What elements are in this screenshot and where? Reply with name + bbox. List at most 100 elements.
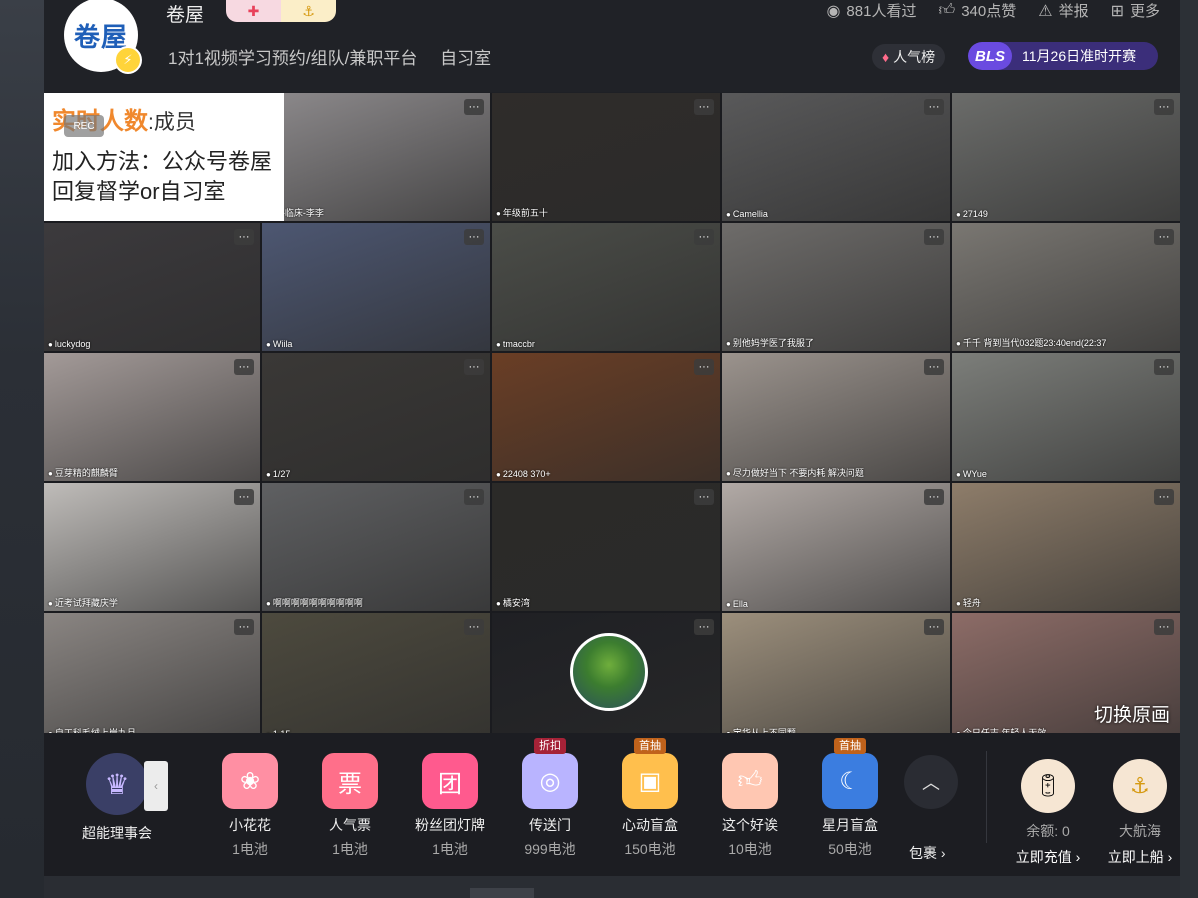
more-options-icon[interactable]: ···: [694, 489, 714, 505]
participant-name: ● 千千 背到当代032题23:40end(22:37: [956, 336, 1106, 349]
video-tile[interactable]: ··· ● luckydog: [44, 223, 260, 351]
thumbs-up-icon: 👍︎: [722, 753, 778, 809]
more-options-icon[interactable]: ···: [464, 619, 484, 635]
mic-icon: ●: [496, 340, 501, 349]
video-tile[interactable]: ···●庄-临床-李李: [262, 93, 490, 221]
video-tile[interactable]: ···●自工科毛绒上岸九月: [44, 613, 260, 741]
more-options-icon[interactable]: ···: [1154, 229, 1174, 245]
video-tile[interactable]: ··· ● WYue: [952, 353, 1180, 481]
more-options-icon[interactable]: ···: [694, 99, 714, 115]
participant-name-text: 27149: [962, 209, 988, 219]
video-tile[interactable]: ··· ● 橘安湾: [492, 483, 720, 611]
more-options-icon[interactable]: ···: [234, 229, 254, 245]
video-tile[interactable]: ··· ● 豆芽精的麒麟臂: [44, 353, 260, 481]
voyage[interactable]: ⚓ 大航海 立即上船 ›: [1090, 759, 1190, 867]
gift-item[interactable]: ❀ 小花花 1电池: [202, 747, 298, 859]
recharge-button[interactable]: 立即充值 ›: [998, 847, 1098, 867]
more-options-icon[interactable]: ···: [1154, 359, 1174, 375]
collapse-handle[interactable]: ‹: [144, 761, 168, 811]
more-options-icon[interactable]: ···: [924, 489, 944, 505]
scroll-indicator[interactable]: [470, 888, 534, 898]
video-tile[interactable]: ··· ● 年级前五十: [492, 93, 720, 221]
bls-logo: BLS: [968, 42, 1012, 70]
lightning-icon: ⚡: [114, 46, 142, 74]
more-button[interactable]: ⊞ 更多: [1111, 0, 1160, 21]
video-tile[interactable]: ··· ● Wiila: [262, 223, 490, 351]
package-expand-button[interactable]: ︿: [904, 755, 958, 809]
more-options-icon[interactable]: ···: [924, 619, 944, 635]
more-options-icon[interactable]: ···: [234, 489, 254, 505]
room-name[interactable]: 卷屋: [166, 0, 204, 27]
popularity-rank-button[interactable]: ♦ 人气榜: [872, 44, 946, 70]
blindbox-pink-icon: ▣: [622, 753, 678, 809]
video-tile[interactable]: ··· ● 别他妈学医了我服了: [722, 223, 950, 351]
gift-item[interactable]: 折扣 ◎ 传送门 999电池: [502, 738, 598, 859]
participant-name-text: Wiila: [272, 339, 293, 349]
more-options-icon[interactable]: ···: [464, 99, 484, 115]
balance-label: 余额: 0: [1026, 823, 1070, 839]
grid-icon: ⊞: [1110, 2, 1124, 20]
gift-item[interactable]: 👍︎ 这个好诶 10电池: [702, 747, 798, 859]
more-options-icon[interactable]: ···: [464, 489, 484, 505]
more-options-icon[interactable]: ···: [694, 359, 714, 375]
video-tile[interactable]: ··· ● 27149: [952, 93, 1180, 221]
video-tile[interactable]: ··· ● 啊啊啊啊啊啊啊啊啊啊: [262, 483, 490, 611]
report-button[interactable]: ⚠ 举报: [1038, 0, 1088, 21]
video-tile[interactable]: ···: [492, 613, 720, 741]
streamer-avatar[interactable]: 卷屋 ⚡: [64, 0, 142, 74]
medal-badges[interactable]: ✚ ⚓: [226, 0, 336, 22]
mic-icon: ●: [48, 599, 53, 608]
room-category[interactable]: 自习室: [440, 49, 491, 68]
participant-name: ● 近考试拜藏庆学: [48, 596, 118, 609]
gift-price: 1电池: [332, 841, 368, 857]
board-ship-button[interactable]: 立即上船 ›: [1090, 847, 1190, 867]
mic-icon: ●: [496, 470, 501, 479]
more-options-icon[interactable]: ···: [1154, 489, 1174, 505]
video-tile[interactable]: ··· ● Ella: [722, 483, 950, 611]
more-options-icon[interactable]: ···: [924, 99, 944, 115]
package-button[interactable]: 包裹 ›: [909, 843, 946, 863]
wallet-balance[interactable]: 🔋︎ 余额: 0 立即充值 ›: [998, 759, 1098, 867]
switch-view-button[interactable]: 切换原画: [1094, 700, 1170, 727]
video-tile[interactable]: ··· ● 近考试拜藏庆学: [44, 483, 260, 611]
video-tile[interactable]: ··· ● 尽力做好当下 不要内耗 解决问题: [722, 353, 950, 481]
room-stats: ◉ 881人看过 👍︎ 340点赞 ⚠ 举报 ⊞ 更多: [826, 0, 1160, 21]
like-count[interactable]: 👍︎ 340点赞: [938, 0, 1016, 21]
mic-icon: ●: [956, 599, 961, 608]
gift-label: 这个好诶: [722, 817, 778, 833]
mic-icon: ●: [496, 599, 501, 608]
participant-name-text: 啊啊啊啊啊啊啊啊啊啊: [272, 598, 363, 608]
participant-name: ● 轻舟: [956, 596, 981, 609]
video-tile[interactable]: ··· ● 轻舟: [952, 483, 1180, 611]
more-options-icon[interactable]: ···: [1154, 619, 1174, 635]
like-count-text: 340点赞: [961, 3, 1017, 20]
video-tile[interactable]: ··· ● Camellia: [722, 93, 950, 221]
crown-icon: ♛: [86, 753, 148, 815]
video-tile[interactable]: ···●宝华从上不同颗: [722, 613, 950, 741]
vip-label: 超能理事会: [82, 825, 152, 841]
gift-label: 粉丝团灯牌: [415, 817, 485, 833]
more-options-icon[interactable]: ···: [924, 229, 944, 245]
more-options-icon[interactable]: ···: [1154, 99, 1174, 115]
gift-item[interactable]: 团粉丝团灯牌 1电池: [402, 747, 498, 859]
mic-icon: ●: [496, 209, 501, 218]
more-options-icon[interactable]: ···: [694, 619, 714, 635]
video-tile[interactable]: ··· ● 1/27: [262, 353, 490, 481]
report-label: 举报: [1058, 3, 1089, 20]
more-options-icon[interactable]: ···: [924, 359, 944, 375]
bls-event-banner[interactable]: BLS 11月26日准时开赛: [968, 42, 1158, 70]
video-tile[interactable]: ··· ● 22408 370+: [492, 353, 720, 481]
participant-name: ● 啊啊啊啊啊啊啊啊啊啊: [266, 596, 363, 609]
more-options-icon[interactable]: ···: [234, 619, 254, 635]
more-options-icon[interactable]: ···: [234, 359, 254, 375]
gift-item[interactable]: 票人气票 1电池: [302, 747, 398, 859]
video-tile[interactable]: ···●1.15: [262, 613, 490, 741]
more-options-icon[interactable]: ···: [464, 359, 484, 375]
video-tile[interactable]: ··· ● tmaccbr: [492, 223, 720, 351]
portal-icon: ◎: [522, 753, 578, 809]
more-options-icon[interactable]: ···: [694, 229, 714, 245]
video-tile[interactable]: ··· ● 千千 背到当代032题23:40end(22:37: [952, 223, 1180, 351]
gift-item[interactable]: 首抽 ▣ 心动盲盒 150电池: [602, 738, 698, 859]
more-options-icon[interactable]: ···: [464, 229, 484, 245]
gift-item[interactable]: 首抽 ☾ 星月盲盒 50电池: [802, 738, 898, 859]
